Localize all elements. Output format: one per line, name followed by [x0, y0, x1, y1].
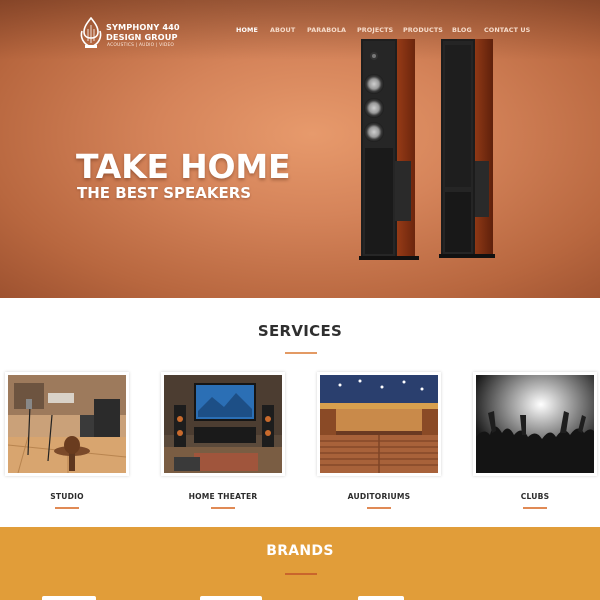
brands-heading: BRANDS	[266, 543, 334, 559]
harp-icon	[80, 17, 102, 48]
auditorium-photo[interactable]	[317, 372, 441, 476]
nav-about[interactable]: ABOUT	[270, 26, 295, 34]
service-label-studio[interactable]: STUDIO	[5, 492, 129, 501]
nav-products[interactable]: PRODUCTS	[403, 26, 443, 34]
service-divider	[367, 507, 391, 509]
home-theater-photo[interactable]	[161, 372, 285, 476]
service-label-auditoriums[interactable]: AUDITORIUMS	[317, 492, 441, 501]
speakers-image	[359, 39, 495, 260]
service-divider	[523, 507, 547, 509]
service-label-clubs[interactable]: CLUBS	[473, 492, 597, 501]
nav-contact-us[interactable]: CONTACT US	[484, 26, 530, 34]
services-divider	[285, 352, 317, 354]
nav-blog[interactable]: BLOG	[452, 26, 472, 34]
service-divider	[55, 507, 79, 509]
logo-name-line1: SYMPHONY 440	[106, 22, 180, 32]
brand-logo-1[interactable]	[42, 596, 96, 600]
logo-tagline: ACOUSTICS | AUDIO | VIDEO	[107, 43, 175, 48]
hero-title: TAKE HOME	[76, 147, 291, 186]
brand-logo-2[interactable]	[200, 596, 262, 600]
club-photo[interactable]	[473, 372, 597, 476]
brands-section: BRANDS	[0, 527, 600, 600]
hero-banner: SYMPHONY 440 DESIGN GROUP ACOUSTICS | AU…	[0, 0, 600, 298]
service-divider	[211, 507, 235, 509]
logo-name-line2: DESIGN GROUP	[106, 32, 178, 42]
studio-photo[interactable]	[5, 372, 129, 476]
brand-logo-3[interactable]	[358, 596, 404, 600]
service-label-home-theater[interactable]: HOME THEATER	[161, 492, 285, 501]
hero-subtitle: THE BEST SPEAKERS	[77, 184, 252, 202]
nav-home[interactable]: HOME	[236, 26, 258, 34]
brands-divider	[285, 573, 317, 575]
site-logo[interactable]: SYMPHONY 440 DESIGN GROUP ACOUSTICS | AU…	[78, 17, 188, 51]
nav-parabola[interactable]: PARABOLA	[307, 26, 346, 34]
services-heading: SERVICES	[257, 322, 343, 340]
nav-projects[interactable]: PROJECTS	[357, 26, 393, 34]
